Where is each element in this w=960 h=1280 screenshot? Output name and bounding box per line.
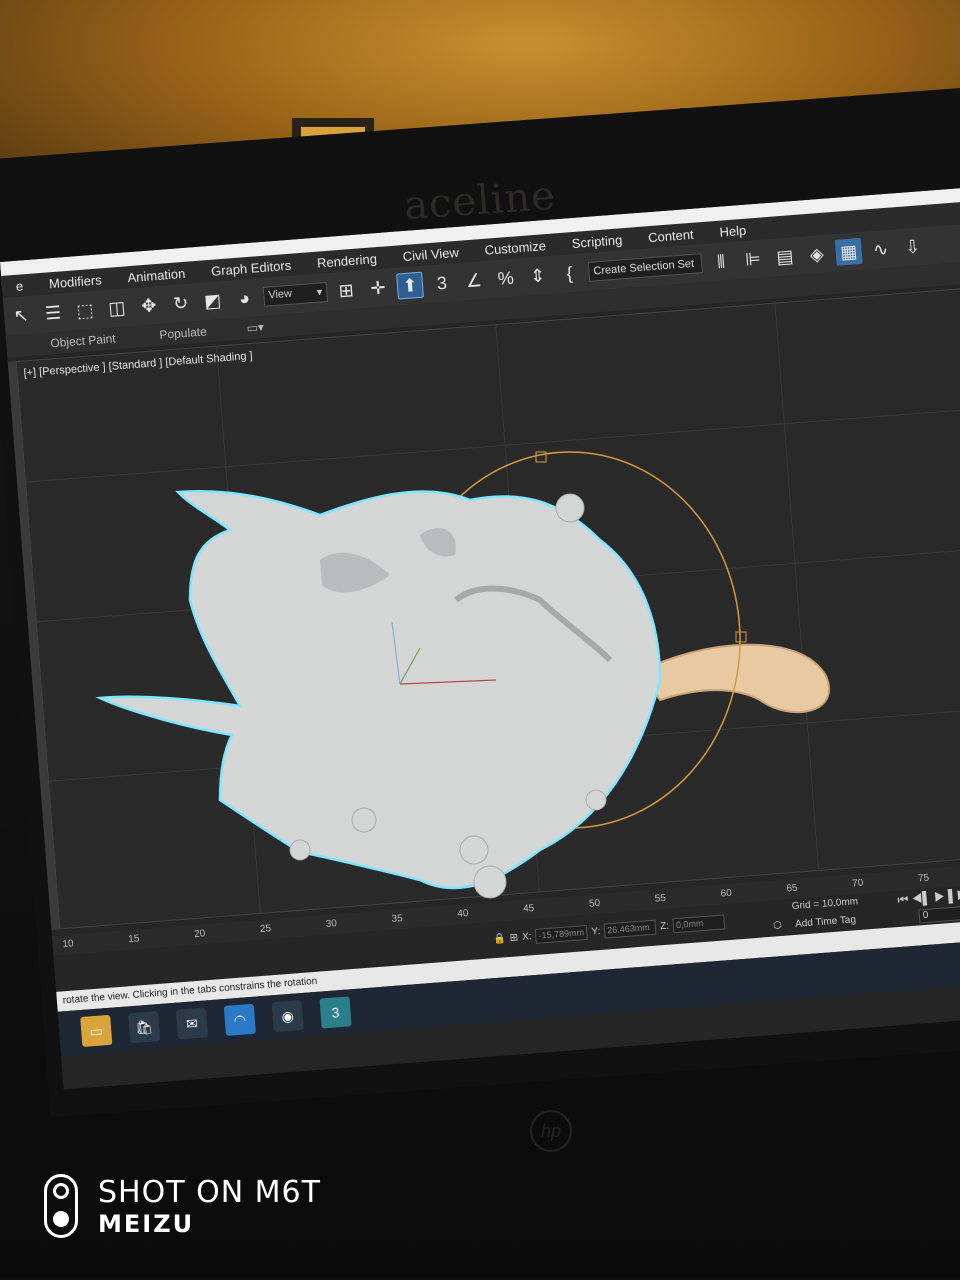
x-coordinate-field[interactable]: -15,789mm <box>535 924 589 944</box>
selection-set-dropdown[interactable]: Create Selection Set <box>587 253 703 282</box>
add-time-tag[interactable]: Add Time Tag <box>795 914 857 930</box>
move-icon[interactable]: ✥ <box>135 292 163 320</box>
rect-selection-icon[interactable]: ⬚ <box>71 297 99 325</box>
menu-scripting[interactable]: Scripting <box>557 231 635 252</box>
timeline-tick: 65 <box>785 882 798 895</box>
pivot-icon[interactable]: ⊞ <box>332 277 360 305</box>
timeline-tick: 25 <box>259 923 272 936</box>
place-icon[interactable]: ◕ <box>231 284 259 312</box>
grid-line <box>25 407 960 483</box>
scale-icon[interactable]: ◩ <box>199 287 227 315</box>
percent-snap-icon[interactable]: % <box>492 264 520 292</box>
reference-coord-select[interactable]: View ▾ <box>262 282 329 307</box>
select-icon[interactable]: ↖ <box>7 302 35 330</box>
timeline-tick: 75 <box>917 872 930 885</box>
ribbon-toggle-icon[interactable]: ▦ <box>834 237 863 266</box>
timeline-tick: 15 <box>127 933 140 946</box>
menu-civil-view[interactable]: Civil View <box>388 243 471 264</box>
ribbon-options-icon[interactable]: ▭▾ <box>246 320 264 335</box>
mirror-icon[interactable]: ⫴ <box>707 248 735 276</box>
menu-customize[interactable]: Customize <box>470 237 558 259</box>
timeline-tick: 55 <box>654 892 667 905</box>
snaps-toggle-icon[interactable]: 3 <box>428 269 456 297</box>
current-frame-field[interactable]: 0 <box>918 905 960 924</box>
angle-snap-icon[interactable]: ∠ <box>460 267 488 295</box>
render-setup-icon[interactable]: ⇩ <box>899 233 927 261</box>
absolute-mode-icon[interactable]: ⊞ <box>509 932 518 944</box>
chevron-down-icon: ▾ <box>316 286 323 299</box>
grid-size: Grid = 10,0mm <box>791 896 859 913</box>
timeline-tick: 40 <box>456 907 469 920</box>
z-coordinate-field[interactable]: 0,0mm <box>672 914 726 934</box>
menu-content[interactable]: Content <box>634 225 706 245</box>
timeline-tick: 60 <box>720 887 733 900</box>
grid-line <box>495 325 541 894</box>
3ds-max-icon[interactable]: 3 <box>319 996 352 1029</box>
mail-icon[interactable]: ✉ <box>175 1007 209 1040</box>
screen: e Modifiers Animation Graph Editors Rend… <box>0 186 960 1090</box>
timeline-tick: 30 <box>325 918 338 930</box>
layer-explorer-icon[interactable]: ◈ <box>803 240 831 268</box>
menu-help[interactable]: Help <box>705 221 759 240</box>
z-label: Z: <box>659 920 670 933</box>
playback-controls[interactable]: ⏮ ◀▌ ▶ ▌▶ ⏭ <box>897 887 960 908</box>
y-coordinate-field[interactable]: 26,463mm <box>603 919 657 939</box>
y-label: Y: <box>591 925 601 938</box>
file-explorer-icon[interactable]: ▭ <box>80 1014 113 1047</box>
reference-coord-value: View <box>267 287 293 302</box>
menu-rendering[interactable]: Rendering <box>302 250 389 272</box>
store-icon[interactable]: 🛍 <box>128 1011 161 1044</box>
curve-editor-icon[interactable]: ∿ <box>867 235 895 263</box>
watermark-shot-on: SHOT ON M6T <box>98 1174 321 1210</box>
timeline-tick: 70 <box>851 877 864 890</box>
scene-explorer-icon[interactable]: ▤ <box>771 243 799 271</box>
timeline-tick: 10 <box>62 938 75 951</box>
menu-item-edge[interactable]: e <box>1 277 35 295</box>
chrome-icon[interactable]: ◉ <box>271 1000 304 1033</box>
align-icon[interactable]: ⊫ <box>739 245 767 273</box>
hp-logo: hp <box>530 1110 572 1152</box>
menu-animation[interactable]: Animation <box>113 264 198 285</box>
edit-named-selection-icon[interactable]: { <box>556 259 584 287</box>
x-label: X: <box>521 931 533 943</box>
selection-lock-icon[interactable]: 🔒 <box>493 933 506 945</box>
ribbon-populate[interactable]: Populate <box>159 324 207 342</box>
time-tag-icon[interactable]: ⬡ <box>773 920 783 932</box>
timeline-tick: 45 <box>522 902 535 915</box>
keyboard-shortcut-override-icon[interactable]: ⬆ <box>396 271 424 300</box>
grid-line <box>774 303 820 873</box>
grid-line <box>216 346 261 915</box>
window-crossing-icon[interactable]: ◫ <box>103 294 131 322</box>
watermark-brand: MEIZU <box>98 1209 195 1238</box>
ribbon-object-paint[interactable]: Object Paint <box>50 331 116 350</box>
perspective-viewport[interactable]: [+] [Perspective ] [Standard ] [Default … <box>15 286 960 930</box>
camera-watermark: SHOT ON M6T MEIZU <box>44 1174 321 1238</box>
rotate-icon[interactable]: ↻ <box>167 289 195 317</box>
timeline-tick: 35 <box>391 913 404 925</box>
timeline-tick: 50 <box>588 897 601 910</box>
spinner-snap-icon[interactable]: ⇕ <box>524 262 552 290</box>
transform-gizmo-icon[interactable]: ✛ <box>364 274 392 302</box>
grid-line <box>48 706 960 782</box>
select-by-name-icon[interactable]: ☰ <box>39 299 67 327</box>
menu-modifiers[interactable]: Modifiers <box>34 271 114 292</box>
app-icon[interactable]: ◠ <box>223 1003 256 1036</box>
timeline-tick: 20 <box>193 928 206 941</box>
camera-icon <box>44 1174 78 1238</box>
grid-line <box>36 546 960 623</box>
